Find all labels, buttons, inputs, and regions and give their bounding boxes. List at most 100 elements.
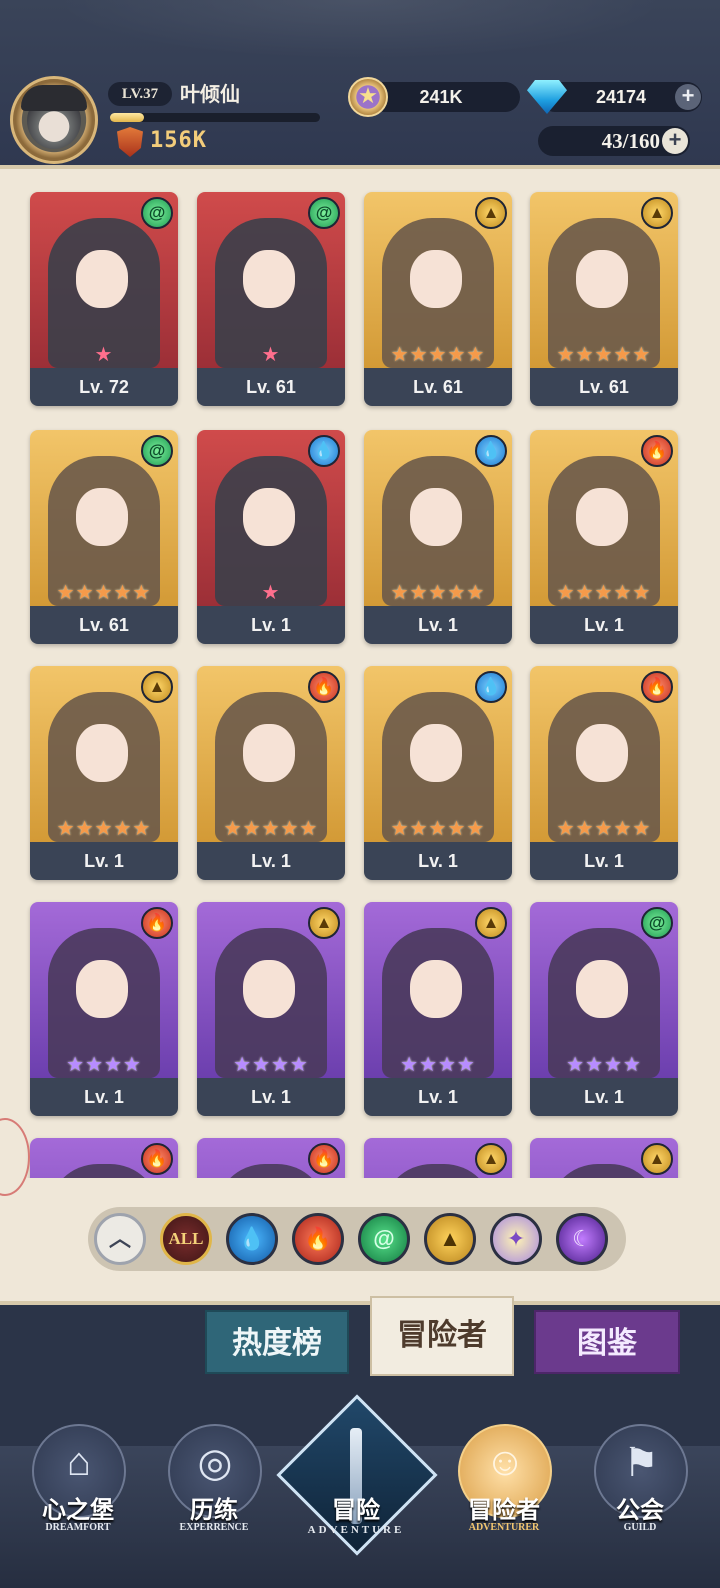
earth-icon: ▲: [308, 907, 340, 939]
filter-wind-icon[interactable]: @: [358, 1213, 410, 1265]
hero-stars: ★★★★: [400, 1054, 476, 1076]
castle-icon: ⌂: [66, 1440, 92, 1484]
hero-card[interactable]: ★★★★★ @ Lv. 61: [30, 430, 178, 644]
earth-icon: ▲: [141, 671, 173, 703]
hero-card[interactable]: ★★★★ ▲ Lv. 1: [364, 902, 512, 1116]
hero-level: Lv. 1: [364, 1078, 512, 1116]
hero-level: Lv. 1: [30, 842, 178, 880]
hero-card[interactable]: ★★★★ 🔥 Lv. 1: [30, 902, 178, 1116]
filter-water-icon[interactable]: 💧: [226, 1213, 278, 1265]
hero-level: Lv. 1: [30, 1078, 178, 1116]
nav-adventurer-sub: ADVENTURER: [468, 1522, 540, 1533]
hero-stars: ★★★★★: [556, 582, 652, 604]
hero-card[interactable]: ★★★★★ 🔥 Lv. 1: [197, 666, 345, 880]
hero-stars: ★★★★: [233, 1054, 309, 1076]
hero-stars: ★★★★★: [556, 344, 652, 366]
exp-bar: [110, 113, 320, 122]
top-decoration: [0, 0, 720, 70]
water-icon: 💧: [475, 435, 507, 467]
hero-card[interactable]: ★ @ Lv. 61: [197, 192, 345, 406]
hero-stars: ★★★★★: [56, 818, 152, 840]
hero-card[interactable]: ▲: [530, 1138, 678, 1178]
water-icon: 💧: [308, 435, 340, 467]
nav-experience-sub: EXPERRENCE: [179, 1522, 249, 1533]
nav-guild-label: 公会: [616, 1496, 664, 1524]
filter-earth-icon[interactable]: ▲: [424, 1213, 476, 1265]
avatar-hat: [21, 85, 87, 111]
earth-icon: ▲: [475, 197, 507, 229]
hero-level: Lv. 61: [530, 368, 678, 406]
filter-dark-icon[interactable]: ☾: [556, 1213, 608, 1265]
hero-level: Lv. 1: [530, 606, 678, 644]
portal-icon: ◎: [197, 1441, 233, 1485]
hero-card[interactable]: ★ @ Lv. 72: [30, 192, 178, 406]
hero-stars: ★★★★★: [556, 818, 652, 840]
hero-level: Lv. 61: [364, 368, 512, 406]
hero-face: [243, 724, 295, 782]
fire-icon: 🔥: [308, 671, 340, 703]
wind-icon: @: [141, 197, 173, 229]
hero-card[interactable]: 🔥: [30, 1138, 178, 1178]
hero-grid[interactable]: ★ @ Lv. 72 ★ @ Lv. 61 ★★★★★ ▲ Lv. 61 ★★★★★ ▲ Lv. 61…: [0, 190, 720, 1178]
hero-level: Lv. 1: [197, 842, 345, 880]
fire-icon: 🔥: [308, 1143, 340, 1175]
hero-face: [243, 250, 295, 308]
player-level: LV.37: [108, 82, 172, 106]
filter-light-icon[interactable]: ✦: [490, 1213, 542, 1265]
tab-popularity[interactable]: 热度榜: [205, 1310, 349, 1374]
earth-icon: ▲: [475, 1143, 507, 1175]
hero-stars: ★★★★★: [56, 582, 152, 604]
add-gems-button[interactable]: +: [675, 84, 701, 110]
hero-card[interactable]: ★★★★ @ Lv. 1: [530, 902, 678, 1116]
hero-face: [76, 488, 128, 546]
hero-face: [76, 250, 128, 308]
fire-icon: 🔥: [141, 1143, 173, 1175]
hero-card[interactable]: ★★★★★ ▲ Lv. 1: [30, 666, 178, 880]
fire-icon: 🔥: [641, 435, 673, 467]
hero-card[interactable]: ★★★★★ 💧 Lv. 1: [364, 666, 512, 880]
hero-card[interactable]: ★★★★★ 🔥 Lv. 1: [530, 666, 678, 880]
wind-icon: @: [641, 907, 673, 939]
hero-card[interactable]: 🔥: [197, 1138, 345, 1178]
filter-fire-icon[interactable]: 🔥: [292, 1213, 344, 1265]
hero-level: Lv. 72: [30, 368, 178, 406]
nav-experience-label: 历练: [190, 1496, 238, 1524]
power-value: 156K: [150, 128, 207, 153]
hero-card[interactable]: ★★★★★ 🔥 Lv. 1: [530, 430, 678, 644]
hero-card[interactable]: ▲: [364, 1138, 512, 1178]
hero-stars: ★★★★: [566, 1054, 642, 1076]
hero-face: [410, 724, 462, 782]
hero-card[interactable]: ★★★★★ 💧 Lv. 1: [364, 430, 512, 644]
hero-face: [410, 250, 462, 308]
hero-stars: ★★★★★: [390, 344, 486, 366]
hero-card[interactable]: ★★★★★ ▲ Lv. 61: [364, 192, 512, 406]
nav-adventure-label: 冒险: [332, 1496, 380, 1524]
tab-adventurer[interactable]: 冒险者: [370, 1296, 514, 1376]
hero-card[interactable]: ★ 💧 Lv. 1: [197, 430, 345, 644]
earth-icon: ▲: [641, 197, 673, 229]
hero-face: [410, 960, 462, 1018]
nav-dreamfort-sub: DREAMFORT: [45, 1522, 111, 1533]
hero-stars: ★★★★: [66, 1054, 142, 1076]
hero-level: Lv. 1: [530, 1078, 678, 1116]
earth-icon: ▲: [475, 907, 507, 939]
tab-codex[interactable]: 图鉴: [534, 1310, 680, 1374]
hero-card[interactable]: ★★★★ ▲ Lv. 1: [197, 902, 345, 1116]
nav-adventurer-label: 冒险者: [468, 1496, 540, 1524]
hero-face: [76, 724, 128, 782]
filter-all-button[interactable]: ALL: [160, 1213, 212, 1265]
gold-coin-icon: ★: [348, 77, 388, 117]
expand-roster-button[interactable]: +: [662, 128, 688, 154]
hero-level: Lv. 61: [30, 606, 178, 644]
hero-card[interactable]: ★★★★★ ▲ Lv. 61: [530, 192, 678, 406]
hero-face: [243, 960, 295, 1018]
collapse-chevron-icon[interactable]: ︿: [94, 1213, 146, 1265]
hero-face: [243, 488, 295, 546]
hero-stars: ★: [94, 344, 114, 366]
hero-face: [576, 250, 628, 308]
hero-level: Lv. 1: [197, 606, 345, 644]
player-avatar[interactable]: [10, 76, 98, 164]
nav-adventure-sub: ADVENTURE: [307, 1524, 405, 1536]
earth-icon: ▲: [641, 1143, 673, 1175]
exp-bar-fill: [110, 113, 144, 122]
